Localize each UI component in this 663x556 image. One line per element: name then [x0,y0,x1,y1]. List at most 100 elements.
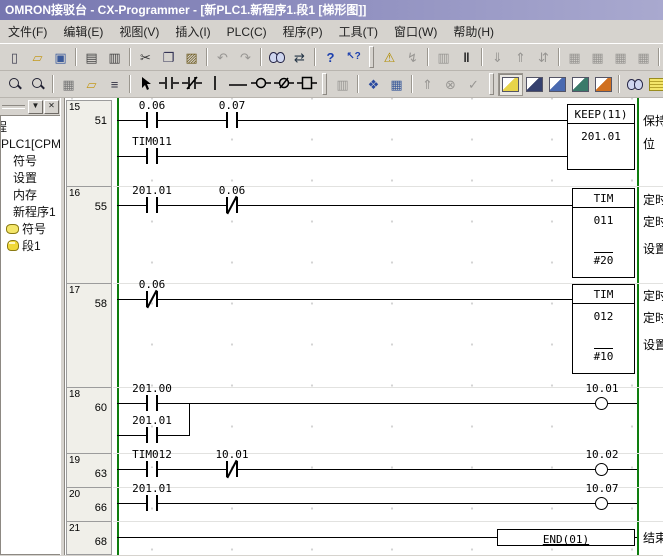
no-contact[interactable] [142,495,162,511]
find-button[interactable] [265,47,288,68]
program-check-button[interactable]: ❖ [362,74,385,95]
coil-nc-tool-button[interactable] [272,74,295,95]
print-preview-button[interactable]: ▥ [103,47,126,68]
rung-margin-cell[interactable]: 2168 [66,521,112,555]
contact-nc-tool-button[interactable] [180,74,203,95]
show-symbol-comments-button[interactable]: ▱ [80,74,103,95]
online-edit-send-button[interactable]: ⇑ [416,74,439,95]
toggle-cross-reference-button[interactable] [569,74,592,95]
paste-button[interactable]: ▨ [180,47,203,68]
comment-memo-button[interactable] [646,74,663,95]
workspace-close-button[interactable]: ✕ [44,100,59,114]
contact-no-tool-button[interactable] [157,74,180,95]
new-file-button[interactable]: ▯ [3,47,26,68]
instruction-box[interactable]: TIM011#20 [572,188,635,278]
output-coil[interactable] [595,463,608,476]
tree-item-3[interactable]: 符号 [1,152,60,169]
address-reference-tool-button[interactable] [623,74,646,95]
instruction-tool-button[interactable] [295,74,318,95]
tree-item-6[interactable]: 新程序1 [1,203,60,220]
compile-button[interactable]: ⚠ [378,47,401,68]
rung-margin-cell[interactable]: 1963 [66,453,112,488]
no-contact[interactable] [142,112,162,128]
menu-item-9[interactable]: 帮助(H) [445,21,502,42]
title-bar[interactable]: OMRON接驳台 - CX-Programmer - [新PLC1.新程序1.段… [0,0,663,20]
context-help-button[interactable]: ↖? [342,47,365,68]
rung-margin-cell[interactable]: 1758 [66,283,112,388]
vertical-line-tool-button[interactable] [203,74,226,95]
toggle-project-window-button[interactable] [498,73,523,96]
end-instruction-box[interactable]: END(01) [497,529,635,546]
show-properties-icon [595,77,612,92]
output-coil[interactable] [595,497,608,510]
rung-margin-cell[interactable]: 2066 [66,487,112,522]
online-edit-run-button[interactable]: ✓ [462,74,485,95]
menu-item-1[interactable]: 文件(F) [0,21,55,42]
no-contact[interactable] [142,427,162,443]
rung-margin-cell[interactable]: 1655 [66,186,112,284]
open-file-button[interactable]: ▱ [26,47,49,68]
show-rung-comments-button[interactable]: ≡ [103,74,126,95]
coil-tool-button[interactable] [249,74,272,95]
toggle-watch-window-button[interactable] [546,74,569,95]
pause-button[interactable]: ‖ [455,47,478,68]
online-edit-cancel-icon: ⊗ [445,78,456,91]
no-contact[interactable] [142,197,162,213]
toolbar-separator [411,75,413,93]
save-button[interactable]: ▣ [49,47,72,68]
nc-contact[interactable] [142,291,162,307]
no-contact[interactable] [142,395,162,411]
transfer-to-plc-button[interactable]: ⇓ [486,47,509,68]
workspace-dropdown-button[interactable]: ▼ [28,100,43,114]
monitor-button[interactable]: ▥ [432,47,455,68]
zoom-out-button[interactable] [3,74,26,95]
show-properties-button[interactable] [592,74,615,95]
menu-item-6[interactable]: 程序(P) [275,21,331,42]
memory-view-4-button[interactable]: ▦ [632,47,655,68]
ladder-editor[interactable]: 15510.060.07TIM011KEEP(11)201.01保持位16552… [65,98,663,555]
menu-item-5[interactable]: PLC(C) [219,23,275,41]
nc-contact[interactable] [222,197,242,213]
menu-item-8[interactable]: 窗口(W) [386,21,445,42]
cut-button[interactable]: ✂ [134,47,157,68]
work-online-button[interactable]: ↯ [401,47,424,68]
memory-view-2-button[interactable]: ▦ [586,47,609,68]
tree-item-2[interactable]: PLC1[CPM1 [1,135,60,152]
tree-item-5[interactable]: 内存 [1,186,60,203]
no-contact[interactable] [142,461,162,477]
copy-button[interactable]: ❐ [157,47,180,68]
select-tool-button[interactable] [134,74,157,95]
zoom-in-button[interactable] [26,74,49,95]
tree-item-4[interactable]: 设置 [1,169,60,186]
differential-monitor-button[interactable]: ▥ [331,74,354,95]
instruction-box[interactable]: TIM012#10 [572,284,635,374]
data-trace-button[interactable]: ▦ [385,74,408,95]
memory-view-1-button[interactable]: ▦ [563,47,586,68]
menu-item-2[interactable]: 编辑(E) [55,21,111,42]
menu-item-7[interactable]: 工具(T) [331,21,386,42]
tree-item-7[interactable]: 符号 [1,220,60,237]
compare-with-plc-button[interactable]: ⇵ [532,47,555,68]
menu-item-3[interactable]: 视图(V) [111,21,167,42]
tree-item-1[interactable]: 新工程 [1,118,60,135]
toggle-output-window-button[interactable] [523,74,546,95]
toggle-grid-button[interactable]: ▦ [57,74,80,95]
tree-item-8[interactable]: 段1 [1,237,60,254]
memory-view-3-button[interactable]: ▦ [609,47,632,68]
horizontal-line-tool-button[interactable] [226,74,249,95]
help-button[interactable]: ? [319,47,342,68]
redo-button[interactable]: ↷ [234,47,257,68]
transfer-from-plc-button[interactable]: ⇑ [509,47,532,68]
no-contact[interactable] [142,148,162,164]
find-replace-button[interactable]: ⇄ [288,47,311,68]
rung-margin-cell[interactable]: 1551 [66,100,112,187]
menu-item-4[interactable]: 插入(I) [167,21,218,42]
output-coil[interactable] [595,397,608,410]
rung-margin-cell[interactable]: 1860 [66,387,112,454]
undo-button[interactable]: ↶ [211,47,234,68]
nc-contact[interactable] [222,461,242,477]
no-contact[interactable] [222,112,242,128]
instruction-box[interactable]: KEEP(11)201.01 [567,104,635,170]
online-edit-cancel-button[interactable]: ⊗ [439,74,462,95]
print-button[interactable]: ▤ [80,47,103,68]
